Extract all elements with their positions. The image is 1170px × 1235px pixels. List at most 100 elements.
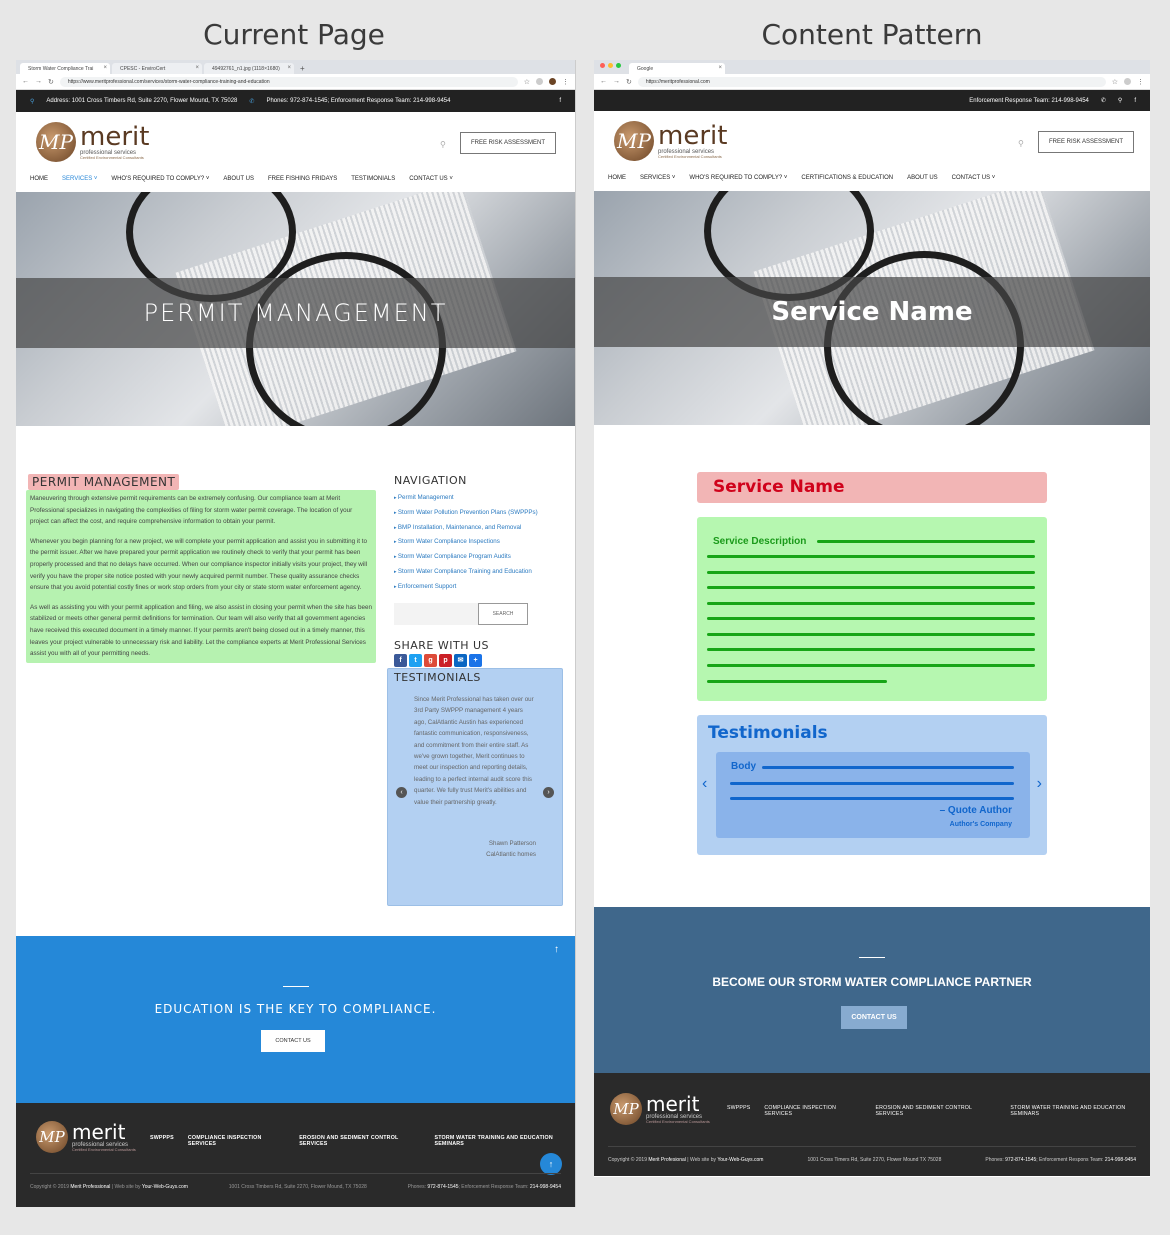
nav-item-about-us[interactable]: ABOUT US [223,176,254,182]
footer-link[interactable]: SWPPPS [727,1105,750,1117]
nav-item-contact-us[interactable]: CONTACT US ˅ [409,176,453,182]
facebook-icon[interactable]: f [1134,98,1136,104]
new-tab-icon[interactable]: + [296,64,309,74]
sidebar-link[interactable]: Storm Water Compliance Inspections [394,535,564,550]
extension-icon[interactable] [536,78,543,85]
nav-item-about-us[interactable]: ABOUT US [907,175,938,181]
site-by-link[interactable]: Your-Web-Guys.com [717,1157,763,1163]
menu-icon[interactable]: ⋮ [1137,78,1144,86]
nav-item-services[interactable]: SERVICES ˅ [640,175,675,181]
bookmark-star-icon[interactable]: ☆ [1112,78,1118,86]
footer-link[interactable]: SWPPPS [150,1135,174,1147]
close-icon[interactable]: × [718,65,722,71]
reload-icon[interactable]: ↻ [626,78,632,86]
service-description: Maneuvering through extensive permit req… [26,490,376,663]
footer-link[interactable]: COMPLIANCE INSPECTION SERVICES [188,1135,285,1147]
main-nav: HOME SERVICES ˅ WHO'S REQUIRED TO COMPLY… [608,175,995,181]
sidebar-link[interactable]: Enforcement Support [394,580,564,595]
site-by-text: | Web site by [111,1184,141,1190]
search-input[interactable] [394,602,478,625]
nav-item-certifications[interactable]: CERTIFICATIONS & EDUCATION [801,175,893,181]
sidebar-link[interactable]: Storm Water Compliance Training and Educ… [394,565,564,580]
footer-link[interactable]: EROSION AND SEDIMENT CONTROL SERVICES [299,1135,420,1147]
profile-avatar[interactable] [549,78,556,85]
url-field[interactable]: https://www.meritprofessional.com/servic… [59,76,518,87]
nav-item-whos-required[interactable]: WHO'S REQUIRED TO COMPLY? ˅ [689,175,787,181]
footer-link[interactable]: STORM WATER TRAINING AND EDUCATION SEMIN… [1010,1105,1150,1117]
forward-icon[interactable]: → [613,78,620,85]
contact-us-button[interactable]: CONTACT US [261,1030,325,1052]
testimonials-box: TESTIMONIALS Since Merit Professional ha… [387,668,563,906]
profile-avatar[interactable] [1124,78,1131,85]
carousel-prev-icon[interactable]: ‹ [396,787,407,798]
free-risk-assessment-button[interactable]: FREE RISK ASSESSMENT [460,132,556,154]
pinterest-icon[interactable]: p [439,653,452,667]
footer-bottom: Copyright © 2019 Merit Professional | We… [30,1173,561,1190]
service-description-label: Service Description [713,536,807,547]
forward-icon[interactable]: → [35,78,42,85]
phone-icon[interactable]: ✆ [1101,97,1106,104]
bookmark-star-icon[interactable]: ☆ [524,78,530,86]
scroll-top-icon[interactable]: ↑ [540,1153,562,1175]
nav-item-home[interactable]: HOME [608,175,626,181]
free-risk-assessment-button[interactable]: FREE RISK ASSESSMENT [1038,131,1134,153]
nav-item-services[interactable]: SERVICES ˅ [62,176,97,182]
logo-word: merit [646,1092,700,1116]
site-by-link[interactable]: Your-Web-Guys.com [142,1184,188,1190]
nav-item-free-fishing-fridays[interactable]: FREE FISHING FRIDAYS [268,176,337,182]
site-logo[interactable]: MP merit professional services Certified… [614,121,727,161]
close-icon[interactable]: × [287,65,291,71]
carousel-next-icon[interactable]: › [1037,775,1042,793]
site-footer: MP merit professional services Certified… [16,1103,575,1207]
map-pin-icon[interactable]: ⚲ [1118,97,1122,104]
arrow-up-icon[interactable]: ↑ [554,944,559,955]
carousel-prev-icon[interactable]: ‹ [702,775,707,793]
placeholder-line [817,540,1035,543]
close-window-icon[interactable] [600,63,605,68]
browser-tab[interactable]: CPESC - EnviroCert × [112,63,202,74]
content-pattern-mockup: Google × ← → ↻ https://meritprofessional.… [594,60,1150,1177]
browser-tab[interactable]: Google × [629,63,725,74]
browser-tab[interactable]: 49492761_n1.jpg (1118×1680) × [204,63,294,74]
maximize-window-icon[interactable] [616,63,621,68]
content-pattern-heading: Content Pattern [761,18,983,51]
footer-address: 1001 Cross Timbers Rd, Suite 2270, Flowe… [228,1184,367,1190]
footer-link[interactable]: STORM WATER TRAINING AND EDUCATION SEMIN… [434,1135,575,1147]
google-plus-icon[interactable]: g [424,653,437,667]
footer-link[interactable]: COMPLIANCE INSPECTION SERVICES [764,1105,861,1117]
sidebar-link[interactable]: Permit Management [394,491,564,506]
ert-text: Enforcement Response Team: 214-998-9454 [969,97,1089,104]
browser-tab[interactable]: Storm Water Compliance Trai × [20,63,110,74]
carousel-next-icon[interactable]: › [543,787,554,798]
facebook-icon[interactable]: f [559,98,561,104]
facebook-icon[interactable]: f [394,653,407,667]
search-icon[interactable]: ⚲ [1018,139,1024,148]
close-icon[interactable]: × [103,65,107,71]
phone-number: 972-874-1545 [1005,1157,1037,1163]
sidebar-link[interactable]: BMP Installation, Maintenance, and Remov… [394,521,564,536]
back-icon[interactable]: ← [22,78,29,85]
nav-item-testimonials[interactable]: TESTIMONIALS [351,176,395,182]
share-more-icon[interactable]: + [469,653,482,667]
site-logo[interactable]: MP merit professional services Certified… [36,122,149,162]
footer-link[interactable]: EROSION AND SEDIMENT CONTROL SERVICES [876,1105,997,1117]
search-button[interactable]: SEARCH [478,602,528,625]
reload-icon[interactable]: ↻ [48,78,54,86]
contact-us-button[interactable]: CONTACT US [841,1006,907,1029]
ert-number: 214-998-9454 [529,1184,561,1190]
sidebar-link[interactable]: Storm Water Pollution Prevention Plans (… [394,506,564,521]
nav-item-home[interactable]: HOME [30,176,48,182]
back-icon[interactable]: ← [600,78,607,85]
email-icon[interactable]: ✉ [454,653,467,667]
search-icon[interactable]: ⚲ [440,140,446,149]
sidebar-link[interactable]: Storm Water Compliance Program Audits [394,550,564,565]
nav-item-contact-us[interactable]: CONTACT US ˅ [952,175,996,181]
twitter-icon[interactable]: t [409,653,422,667]
menu-icon[interactable]: ⋮ [562,78,569,86]
close-icon[interactable]: × [195,65,199,71]
url-field[interactable]: https://meritprofessional.com [637,76,1106,87]
footer-logo[interactable]: MP merit professional services Certified… [610,1093,710,1125]
nav-item-whos-required[interactable]: WHO'S REQUIRED TO COMPLY? ˅ [111,176,209,182]
minimize-window-icon[interactable] [608,63,613,68]
footer-logo[interactable]: MP merit professional services Certified… [36,1121,136,1153]
